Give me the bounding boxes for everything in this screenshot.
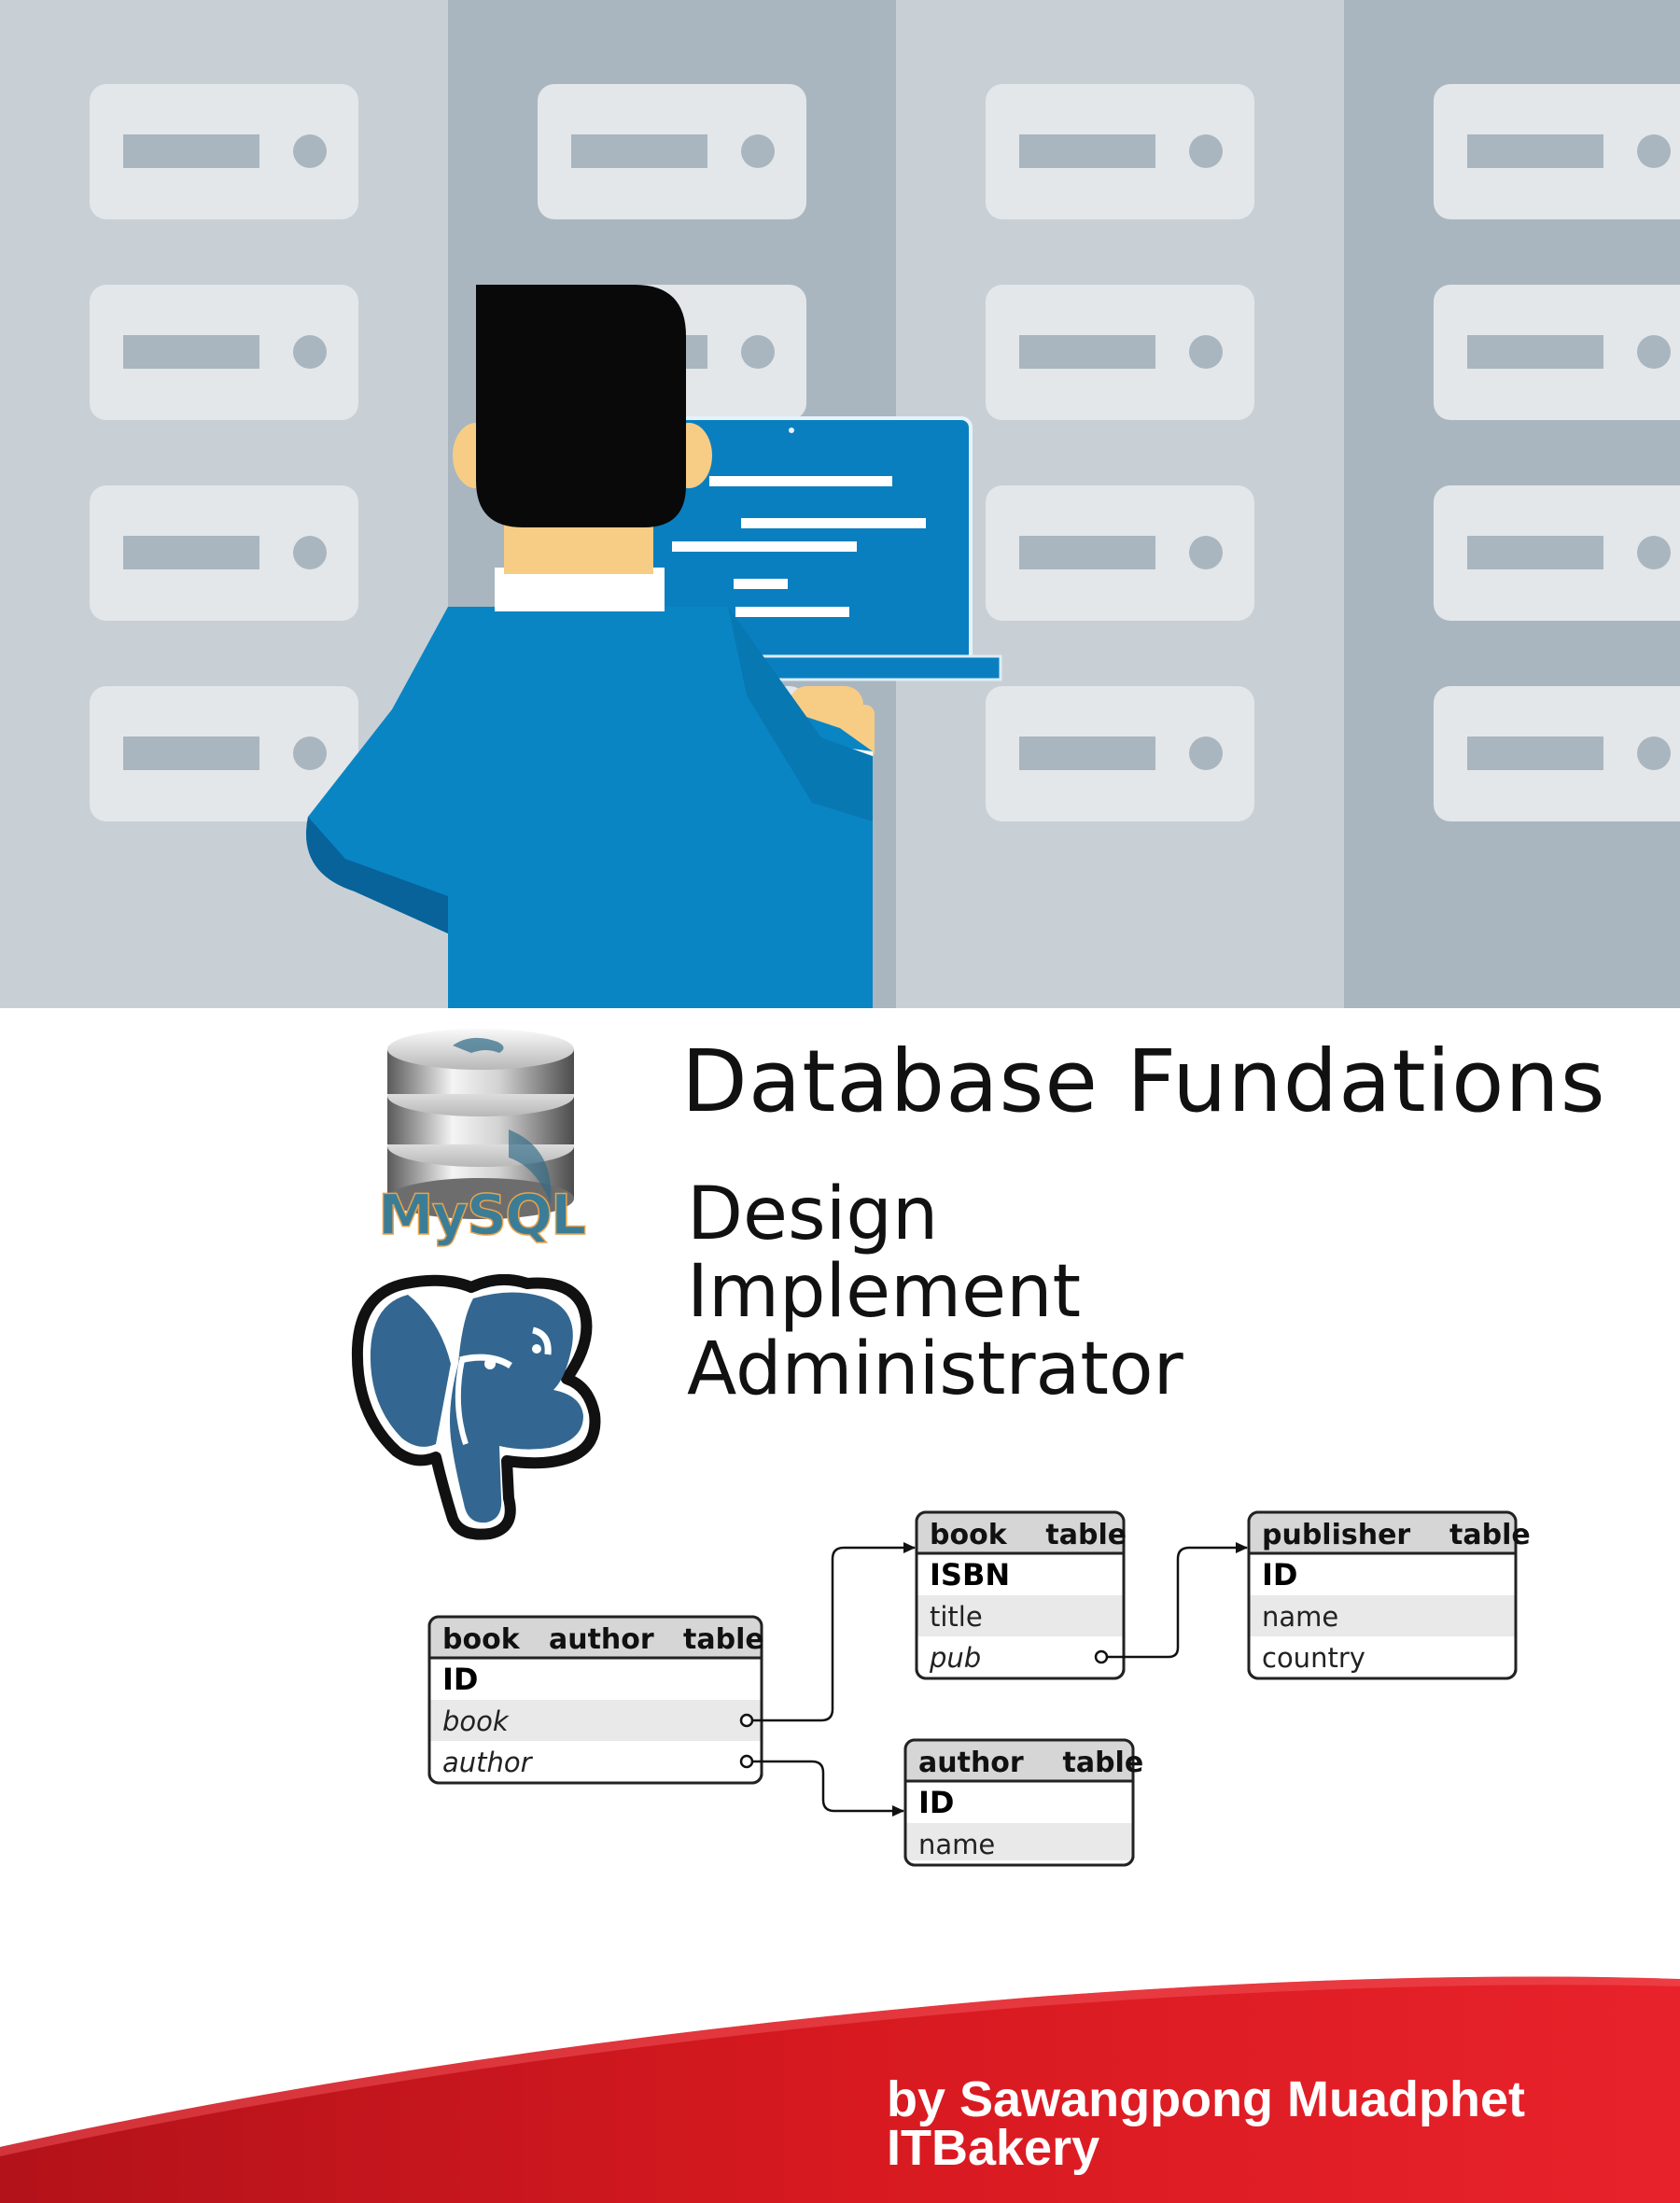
table-field-foreign: book: [442, 1705, 510, 1737]
table-field: name: [918, 1829, 995, 1860]
server-slot-led: [1189, 536, 1223, 569]
table-field: country: [1262, 1642, 1365, 1674]
table-field: title: [930, 1601, 983, 1633]
server-slot-led: [293, 737, 327, 770]
server-slot-bar: [123, 737, 259, 770]
server-slot-led: [293, 536, 327, 569]
subtitle-implement: Implement: [687, 1250, 1082, 1334]
author-credit: by Sawangpong Muadphet: [887, 2071, 1525, 2127]
server-slot-bar: [1467, 737, 1603, 770]
server-slot-led: [741, 134, 775, 168]
er-diagram: book author table ID book author book ta…: [427, 1510, 1531, 1867]
server-slot-bar: [1019, 737, 1155, 770]
hero-illustration: [0, 0, 1680, 1008]
table-title: book table: [930, 1519, 1127, 1551]
server-slot-bar: [1467, 536, 1603, 569]
server-slot-led: [1189, 737, 1223, 770]
book-table: book table ISBN title pub: [915, 1510, 1127, 1680]
server-slot-led: [1189, 335, 1223, 369]
table-field-foreign: author: [442, 1747, 534, 1778]
table-title: publisher table: [1262, 1519, 1531, 1551]
server-slot-led: [293, 134, 327, 168]
table-title: author table: [918, 1747, 1143, 1779]
subtitle-administrator: Administrator: [687, 1327, 1183, 1411]
server-slot-led: [293, 335, 327, 369]
server-slot-led: [1637, 536, 1671, 569]
server-slot-bar: [1467, 134, 1603, 168]
table-field-foreign: pub: [929, 1642, 981, 1674]
table-field-key: ISBN: [930, 1557, 1010, 1593]
publisher-table: publisher table ID name country: [1247, 1510, 1531, 1680]
author-table: author table ID name: [903, 1738, 1143, 1867]
server-slot-led: [1637, 134, 1671, 168]
table-field-key: ID: [442, 1662, 478, 1697]
subtitle-design: Design: [687, 1172, 939, 1256]
server-slot-bar: [1019, 335, 1155, 369]
book-author-table: book author table ID book author: [427, 1615, 764, 1785]
server-slot-led: [1637, 335, 1671, 369]
table-field: name: [1262, 1601, 1338, 1633]
table-field-key: ID: [918, 1785, 954, 1820]
server-slot-bar: [1467, 335, 1603, 369]
table-title: book author table: [442, 1623, 764, 1656]
server-slot-bar: [571, 134, 707, 168]
server-slot-led: [1189, 134, 1223, 168]
server-slot-bar: [1019, 536, 1155, 569]
table-field-key: ID: [1262, 1557, 1297, 1593]
server-slot-led: [741, 335, 775, 369]
publisher-credit: ITBakery: [887, 2120, 1100, 2176]
server-slot-bar: [123, 536, 259, 569]
server-slot-led: [1637, 737, 1671, 770]
server-slot-bar: [123, 335, 259, 369]
server-slot-bar: [123, 134, 259, 168]
server-slot-bar: [1019, 134, 1155, 168]
mysql-logo: MySQL: [377, 1029, 588, 1249]
book-title: Database Fundations: [681, 1031, 1606, 1131]
mysql-wordmark: MySQL: [378, 1183, 585, 1248]
